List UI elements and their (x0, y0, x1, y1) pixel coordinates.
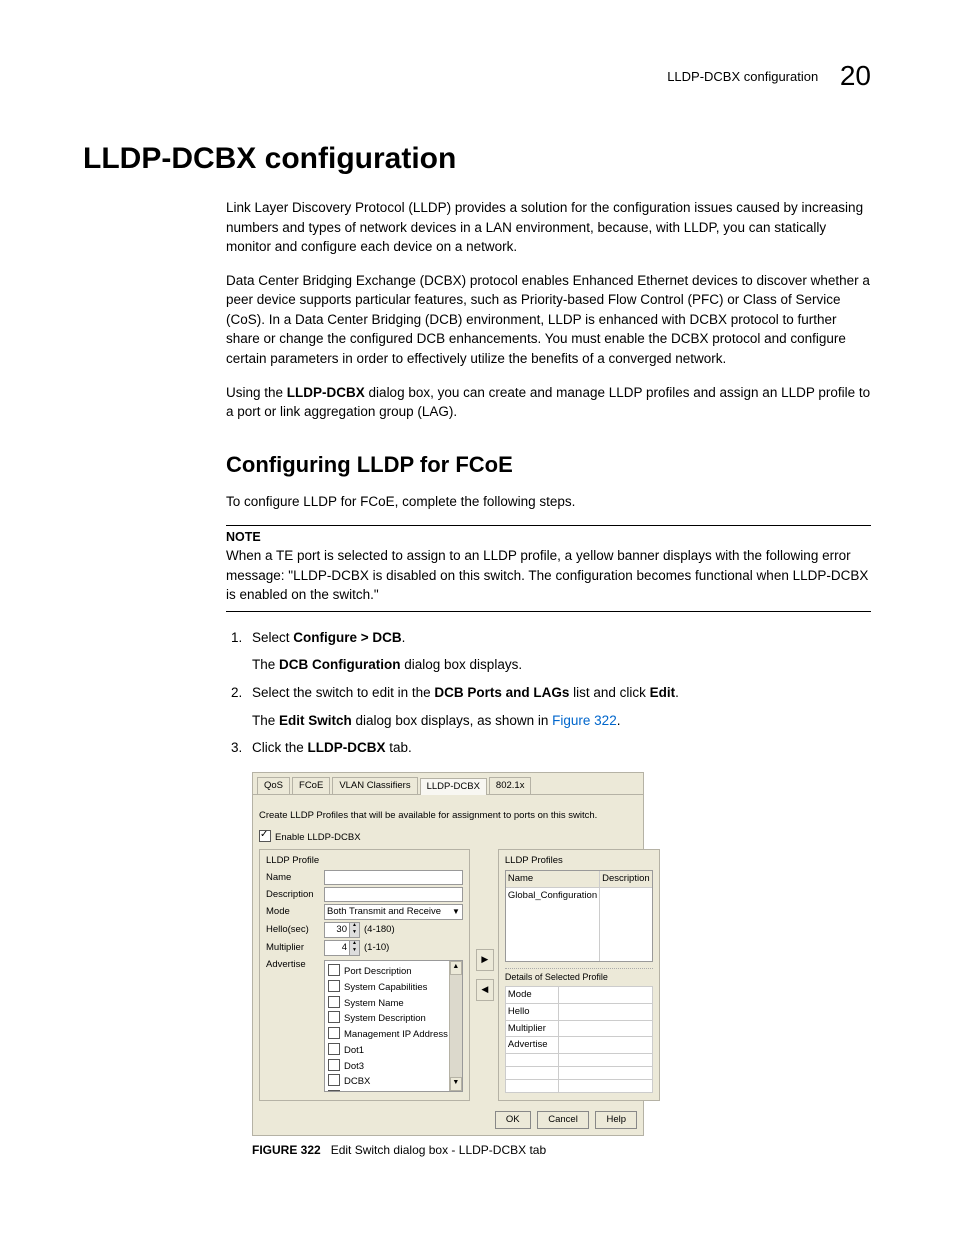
table-row: Hello (505, 1003, 652, 1020)
list-item[interactable]: Dot1 (328, 1043, 448, 1058)
section-heading: Configuring LLDP for FCoE (226, 452, 871, 478)
step-2: Select the switch to edit in the DCB Por… (246, 683, 871, 730)
step-3: Click the LLDP-DCBX tab. QoS FCoE VLAN C… (246, 738, 871, 1159)
help-button[interactable]: Help (595, 1111, 637, 1129)
profiles-table[interactable]: Name Global_Configuration Description (505, 870, 653, 962)
details-table: Mode Hello Multiplier Advertise (505, 986, 653, 1093)
table-row (505, 1054, 652, 1067)
list-item[interactable]: FCoE Application (328, 1090, 448, 1092)
description-label: Description (266, 888, 320, 902)
list-item[interactable]: Dot3 (328, 1059, 448, 1074)
step-1: Select Configure > DCB. The DCB Configur… (246, 628, 871, 675)
figure-number: FIGURE 322 (252, 1143, 321, 1157)
right-panel-title: LLDP Profiles (505, 854, 653, 868)
left-panel-title: LLDP Profile (266, 854, 463, 868)
intro-paragraph-3: Using the LLDP-DCBX dialog box, you can … (226, 383, 871, 422)
chevron-down-icon: ▼ (452, 906, 460, 918)
multiplier-label: Multiplier (266, 941, 320, 955)
table-row (505, 1067, 652, 1080)
figure-caption: FIGURE 322 Edit Switch dialog box - LLDP-… (252, 1142, 871, 1159)
multiplier-value: 4 (325, 941, 349, 955)
list-item[interactable]: DCBX (328, 1074, 448, 1089)
tab-8021x[interactable]: 802.1x (489, 777, 532, 794)
hello-label: Hello(sec) (266, 923, 320, 937)
intro-paragraph-2: Data Center Bridging Exchange (DCBX) pro… (226, 271, 871, 369)
col-name: Name (506, 871, 599, 888)
intro-paragraph-1: Link Layer Discovery Protocol (LLDP) pro… (226, 198, 871, 257)
scroll-up-icon[interactable]: ▲ (450, 961, 462, 975)
dialog-button-bar: OK Cancel Help (253, 1105, 643, 1135)
table-row (505, 1080, 652, 1093)
cancel-button[interactable]: Cancel (537, 1111, 589, 1129)
table-row: Multiplier (505, 1020, 652, 1037)
table-row: Advertise (505, 1037, 652, 1054)
tab-fcoe[interactable]: FCoE (292, 777, 330, 794)
enable-label: Enable LLDP-DCBX (275, 832, 361, 843)
name-input[interactable] (324, 870, 463, 885)
shuttle-buttons: ▶ ◀ (476, 849, 492, 1101)
mode-value: Both Transmit and Receive (327, 905, 441, 919)
details-label: Details of Selected Profile (505, 968, 653, 984)
advertise-label: Advertise (266, 958, 320, 972)
enable-checkbox-row[interactable]: Enable LLDP-DCBX (259, 830, 637, 845)
edit-switch-dialog: QoS FCoE VLAN Classifiers LLDP-DCBX 802.… (252, 772, 644, 1136)
list-item[interactable]: Port Description (328, 964, 448, 979)
tab-lldp-dcbx[interactable]: LLDP-DCBX (420, 778, 487, 795)
section-name: LLDP-DCBX configuration (667, 69, 818, 84)
spin-down-icon[interactable]: ▼ (349, 930, 359, 937)
figure-link[interactable]: Figure 322 (552, 713, 617, 728)
col-description: Description (600, 871, 652, 888)
page-title: LLDP-DCBX configuration (83, 142, 871, 176)
running-header: LLDP-DCBX configuration 20 (83, 60, 871, 92)
list-item[interactable]: System Description (328, 1011, 448, 1026)
figure-text: Edit Switch dialog box - LLDP-DCBX tab (331, 1143, 546, 1157)
table-row: Mode (505, 987, 652, 1004)
section-intro: To configure LLDP for FCoE, complete the… (226, 492, 871, 512)
hello-value: 30 (325, 923, 349, 937)
chapter-number: 20 (840, 60, 871, 91)
mode-label: Mode (266, 905, 320, 919)
table-row (600, 888, 652, 890)
scrollbar[interactable]: ▲ ▼ (449, 961, 462, 1091)
note-label: NOTE (226, 530, 871, 544)
add-button[interactable]: ▶ (476, 949, 494, 971)
description-input[interactable] (324, 887, 463, 902)
list-item[interactable]: System Capabilities (328, 980, 448, 995)
note-text: When a TE port is selected to assign to … (226, 546, 871, 605)
list-item[interactable]: Management IP Address (328, 1027, 448, 1042)
hello-range: (4-180) (364, 923, 395, 937)
advertise-list[interactable]: Port Description System Capabilities Sys… (324, 960, 463, 1092)
dialog-instruction: Create LLDP Profiles that will be availa… (259, 809, 637, 823)
ok-button[interactable]: OK (495, 1111, 531, 1129)
lldp-profile-panel: LLDP Profile Name Description (259, 849, 470, 1101)
multiplier-range: (1-10) (364, 941, 389, 955)
hello-spinner[interactable]: 30 ▲▼ (324, 922, 360, 938)
name-label: Name (266, 871, 320, 885)
tab-vlan-classifiers[interactable]: VLAN Classifiers (332, 777, 417, 794)
steps-list: Select Configure > DCB. The DCB Configur… (226, 628, 871, 1159)
scroll-down-icon[interactable]: ▼ (450, 1077, 462, 1091)
list-item[interactable]: System Name (328, 996, 448, 1011)
tab-bar: QoS FCoE VLAN Classifiers LLDP-DCBX 802.… (253, 773, 643, 795)
remove-button[interactable]: ◀ (476, 979, 494, 1001)
enable-checkbox[interactable] (259, 830, 271, 842)
tab-qos[interactable]: QoS (257, 777, 290, 794)
step-1-sub: The DCB Configuration dialog box display… (252, 655, 871, 675)
note-block: NOTE When a TE port is selected to assig… (226, 525, 871, 612)
step-2-sub: The Edit Switch dialog box displays, as … (252, 711, 871, 731)
spin-down-icon[interactable]: ▼ (349, 948, 359, 955)
lldp-profiles-panel: LLDP Profiles Name Global_Configuration … (498, 849, 660, 1101)
multiplier-spinner[interactable]: 4 ▲▼ (324, 940, 360, 956)
table-row[interactable]: Global_Configuration (506, 888, 599, 904)
mode-select[interactable]: Both Transmit and Receive ▼ (324, 904, 463, 920)
